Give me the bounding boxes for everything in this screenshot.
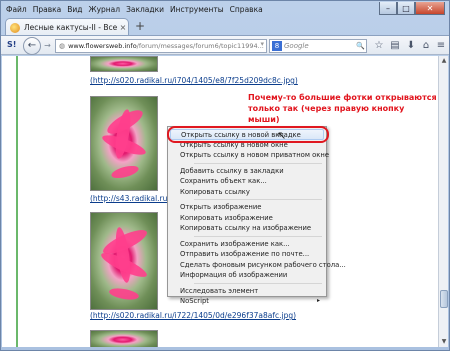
- flower-photo-1[interactable]: [90, 56, 158, 72]
- menu-view[interactable]: Вид: [64, 5, 85, 14]
- ctx-save-link-as[interactable]: Сохранить объект как...: [170, 176, 324, 187]
- ctx-copy-image[interactable]: Копировать изображение: [170, 213, 324, 224]
- bookmark-star-icon[interactable]: ☆: [372, 39, 386, 53]
- image-link-2[interactable]: (http://s43.radikal.ru/: [90, 194, 170, 203]
- search-icon[interactable]: 🔍: [356, 42, 366, 50]
- tab-strip: Лесные кактусы-II - Все о ко... × +: [1, 16, 449, 36]
- ctx-separator: [194, 162, 322, 164]
- downloads-icon[interactable]: ⬇: [404, 39, 418, 53]
- url-path: /forum/messages/forum6/topic11994...: [136, 42, 264, 50]
- tab-close-icon[interactable]: ×: [118, 23, 128, 32]
- mouse-cursor-icon: ↖: [277, 129, 287, 142]
- menu-file[interactable]: Файл: [3, 5, 30, 14]
- search-placeholder: Google: [284, 42, 309, 50]
- new-tab-button[interactable]: +: [132, 19, 148, 34]
- ctx-inspect-element[interactable]: Исследовать элемент: [170, 286, 324, 297]
- scroll-up-icon[interactable]: ▲: [439, 56, 449, 66]
- maximize-button[interactable]: □: [397, 2, 415, 15]
- tab-title: Лесные кактусы-II - Все о ко...: [24, 23, 118, 32]
- navigation-bar: S! ← → ◍ www.flowersweb.info/forum/messa…: [1, 35, 449, 55]
- tab-active[interactable]: Лесные кактусы-II - Все о ко... ×: [5, 18, 129, 36]
- menubar: Файл Правка Вид Журнал Закладки Инструме…: [3, 2, 266, 16]
- window-controls: – □ ✕: [379, 2, 445, 15]
- flower-photo-3[interactable]: [90, 212, 158, 310]
- url-text: www.flowersweb.info/forum/messages/forum…: [68, 42, 264, 50]
- menu-history[interactable]: Журнал: [86, 5, 124, 14]
- home-icon[interactable]: ⌂: [419, 39, 433, 53]
- flower-photo-4[interactable]: [90, 330, 158, 347]
- submenu-arrow-icon: ▸: [316, 297, 320, 304]
- globe-icon: ◍: [59, 42, 66, 50]
- url-host: www.flowersweb.info: [68, 42, 137, 50]
- ctx-copy-link[interactable]: Копировать ссылку: [170, 187, 324, 198]
- menu-help[interactable]: Справка: [227, 5, 266, 14]
- menu-tools[interactable]: Инструменты: [167, 5, 227, 14]
- menu-edit[interactable]: Правка: [30, 5, 65, 14]
- back-arrow-icon: ←: [27, 40, 37, 51]
- ctx-separator: [194, 235, 322, 237]
- ctx-open-link-private-window[interactable]: Открыть ссылку в новом приватном окне: [170, 150, 329, 161]
- favicon-icon: [10, 22, 20, 33]
- minimize-button[interactable]: –: [379, 2, 397, 15]
- scroll-down-icon[interactable]: ▼: [439, 337, 449, 347]
- ctx-email-image[interactable]: Отправить изображение по почте...: [170, 249, 324, 260]
- red-highlight-outline: [167, 126, 329, 143]
- forward-button[interactable]: →: [41, 40, 54, 53]
- ctx-set-desktop-background[interactable]: Сделать фоновым рисунком рабочего стола.…: [170, 260, 346, 271]
- flower-photo-2[interactable]: [90, 96, 158, 191]
- ctx-save-image-as[interactable]: Сохранить изображение как...: [170, 239, 324, 250]
- forward-arrow-icon: →: [44, 41, 51, 50]
- image-link-1[interactable]: (http://s020.radikal.ru/i704/1405/e8/7f2…: [90, 76, 298, 85]
- menu-bookmarks[interactable]: Закладки: [123, 5, 167, 14]
- ctx-noscript[interactable]: NoScript ▸: [170, 296, 324, 307]
- ctx-separator: [194, 282, 322, 284]
- vertical-scrollbar[interactable]: ▲ ▼: [438, 56, 448, 347]
- scroll-thumb[interactable]: [440, 290, 448, 308]
- search-bar[interactable]: 8 Google 🔍: [269, 39, 367, 53]
- bookmarks-menu-icon[interactable]: ▤: [388, 39, 402, 53]
- image-link-3[interactable]: (http://s020.radikal.ru/i722/1405/0d/e29…: [90, 311, 296, 320]
- browser-window: Файл Правка Вид Журнал Закладки Инструме…: [0, 0, 450, 351]
- url-bar[interactable]: ◍ www.flowersweb.info/forum/messages/for…: [55, 39, 267, 53]
- menu-hamburger-icon[interactable]: ≡: [434, 39, 448, 53]
- back-button[interactable]: ←: [23, 37, 41, 55]
- url-dropdown-icon[interactable]: ▾: [260, 40, 264, 48]
- ctx-noscript-label: NoScript: [180, 297, 209, 305]
- google-engine-icon[interactable]: 8: [272, 41, 282, 51]
- close-window-button[interactable]: ✕: [415, 2, 445, 15]
- red-annotation-text: Почему-то большие фотки открываются толь…: [248, 93, 437, 124]
- ctx-copy-image-location[interactable]: Копировать ссылку на изображение: [170, 223, 324, 234]
- ctx-image-info[interactable]: Информация об изображении: [170, 270, 324, 281]
- left-decoration-strip: [16, 56, 18, 347]
- ctx-separator: [194, 199, 322, 200]
- s-addon-icon[interactable]: S!: [7, 40, 21, 52]
- ctx-bookmark-link[interactable]: Добавить ссылку в закладки: [170, 166, 324, 177]
- context-menu: Открыть ссылку в новой вкладке Открыть с…: [167, 126, 346, 305]
- ctx-view-image[interactable]: Открыть изображение: [170, 202, 324, 213]
